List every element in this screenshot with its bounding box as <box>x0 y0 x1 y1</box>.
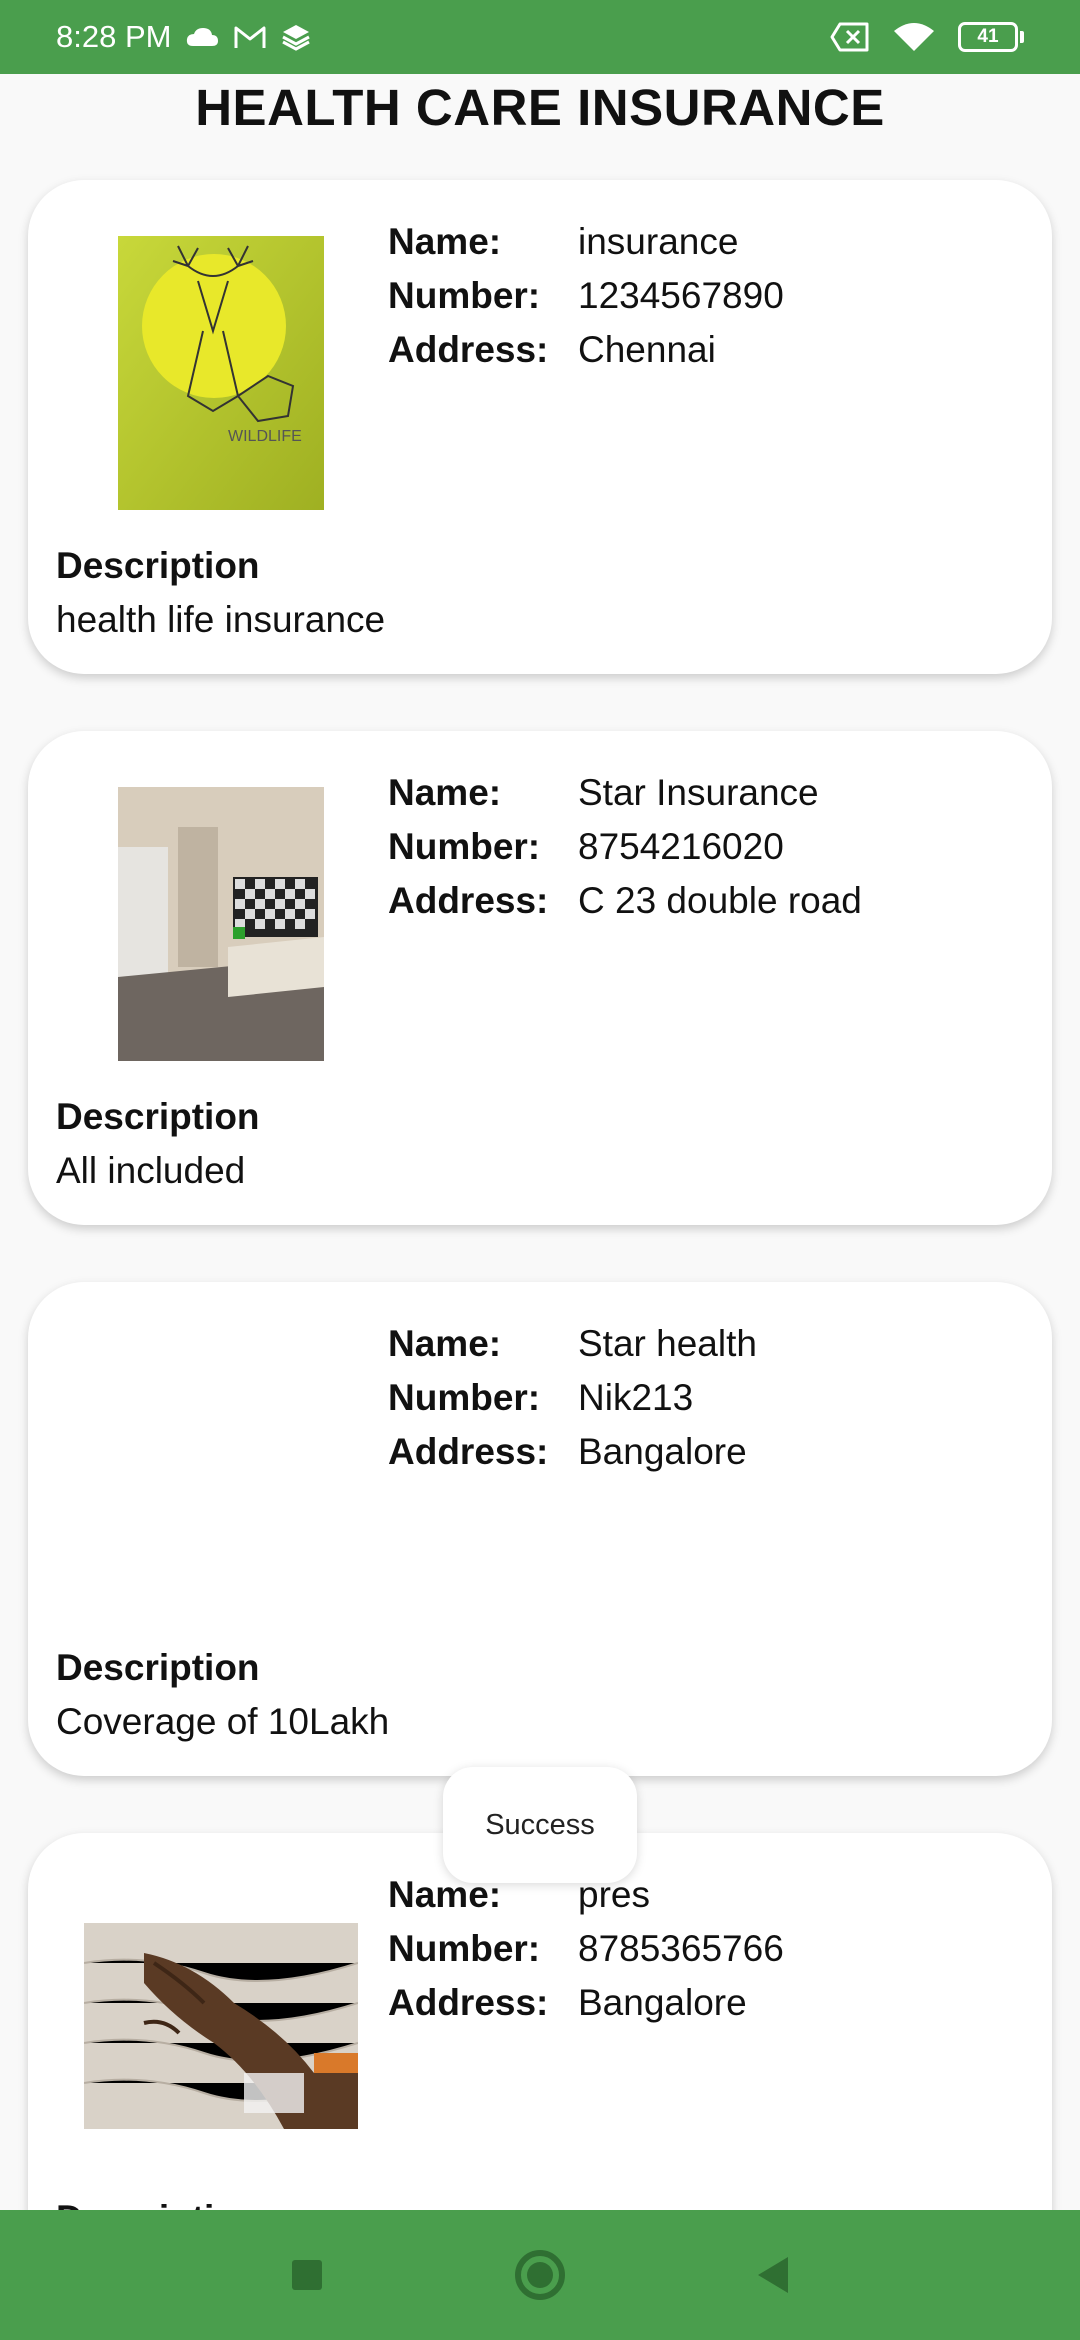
address-value: Bangalore <box>578 1982 747 2023</box>
battery-level: 41 <box>958 22 1018 52</box>
description-label: Description <box>56 1096 260 1137</box>
insurance-card[interactable]: WILDLIFE Name: insurance Number: 123456789… <box>28 180 1052 674</box>
cloud-icon <box>185 26 219 48</box>
address-value: Chennai <box>578 329 716 370</box>
name-value: Star health <box>578 1323 757 1364</box>
insurance-card[interactable]: Name: Star Insurance Number: 8754216020 Ad… <box>28 731 1052 1225</box>
number-label: Number: <box>388 826 541 867</box>
recent-apps-button[interactable] <box>267 2235 347 2315</box>
layers-icon <box>281 23 311 51</box>
card-image-deer: WILDLIFE <box>118 236 324 510</box>
name-value: insurance <box>578 221 739 262</box>
number-value: 1234567890 <box>578 275 784 316</box>
status-time: 8:28 PM <box>56 19 172 54</box>
sim-off-icon <box>830 22 870 52</box>
name-label: Name: <box>388 1323 502 1364</box>
description-text: health life insurance <box>56 599 386 640</box>
status-bar: 8:28 PM 41 <box>0 0 1080 74</box>
page-title: HEALTH CARE INSURANCE <box>195 79 885 136</box>
address-value: Bangalore <box>578 1431 747 1472</box>
description-label: Description <box>56 2198 260 2210</box>
back-button[interactable] <box>733 2235 813 2315</box>
address-label: Address: <box>388 1982 549 2023</box>
address-label: Address: <box>388 880 549 921</box>
name-value: Star Insurance <box>578 772 819 813</box>
wifi-icon <box>892 21 936 53</box>
insurance-card[interactable]: Name: Star health Number: Nik213 Address: B… <box>28 1282 1052 1776</box>
number-label: Number: <box>388 275 541 316</box>
home-button[interactable] <box>500 2235 580 2315</box>
battery-icon: 41 <box>958 22 1024 52</box>
card-image-room <box>118 787 324 1061</box>
card-info: Name: pres Number: 8785365766 Address: Bang… <box>388 1868 784 2030</box>
number-value: 8754216020 <box>578 826 784 867</box>
card-info: Name: Star health Number: Nik213 Address: B… <box>388 1317 757 1479</box>
number-label: Number: <box>388 1928 541 1969</box>
name-label: Name: <box>388 772 502 813</box>
description-label: Description <box>56 545 260 586</box>
number-value: Nik213 <box>578 1377 694 1418</box>
number-label: Number: <box>388 1377 541 1418</box>
address-value: C 23 double road <box>578 880 862 921</box>
insurance-card[interactable]: Name: pres Number: 8785365766 Address: Bang… <box>28 1833 1052 2210</box>
address-label: Address: <box>388 329 549 370</box>
description-text: Coverage of 10Lakh <box>56 1701 390 1742</box>
description-label: Description <box>56 1647 260 1688</box>
card-info: Name: Star Insurance Number: 8754216020 Ad… <box>388 766 862 928</box>
number-value: 8785365766 <box>578 1928 784 1969</box>
success-toast: Success <box>443 1767 637 1883</box>
card-image-hand <box>84 1923 358 2129</box>
gmail-icon <box>233 24 267 50</box>
name-label: Name: <box>388 221 502 262</box>
svg-text:WILDLIFE: WILDLIFE <box>228 428 302 445</box>
description-text: All included <box>56 1150 246 1191</box>
card-info: Name: insurance Number: 1234567890 Address… <box>388 215 784 377</box>
navigation-bar <box>0 2210 1080 2340</box>
address-label: Address: <box>388 1431 549 1472</box>
